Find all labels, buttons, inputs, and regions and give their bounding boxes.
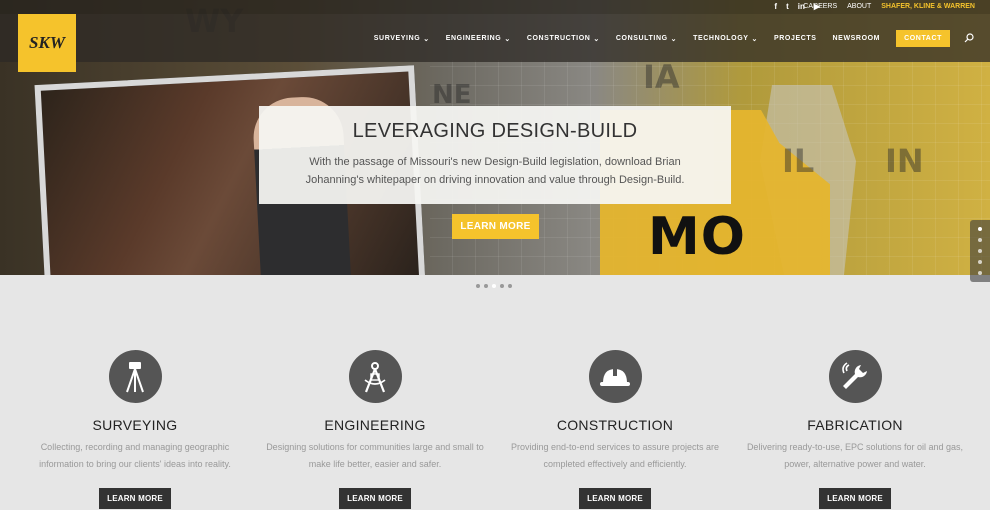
side-dot[interactable] bbox=[978, 227, 982, 232]
engineering-learn-more-button[interactable]: LEARN MORE bbox=[339, 488, 411, 509]
nav-label: CONSULTING bbox=[615, 35, 668, 42]
service-construction: CONSTRUCTION Providing end-to-end servic… bbox=[495, 350, 735, 509]
chevron-down-icon: ⌄ bbox=[593, 35, 600, 43]
surveying-tripod-icon bbox=[108, 350, 162, 403]
services-section: SURVEYING Collecting, recording and mana… bbox=[15, 350, 975, 509]
hard-hat-icon bbox=[588, 350, 642, 403]
nav-construction[interactable]: CONSTRUCTION ⌄ bbox=[527, 35, 600, 43]
service-description: Designing solutions for communities larg… bbox=[266, 442, 484, 469]
slider-pagination bbox=[476, 284, 512, 288]
slider-dot[interactable] bbox=[476, 284, 480, 288]
main-nav: SURVEYING ⌄ ENGINEERING ⌄ CONSTRUCTION ⌄ CO… bbox=[374, 30, 950, 47]
nav-label: NEWSROOM bbox=[832, 35, 881, 42]
state-label-in: IN bbox=[885, 142, 924, 180]
service-title: FABRICATION bbox=[807, 417, 903, 433]
service-description: Delivering ready-to-use, EPC solutions f… bbox=[746, 442, 964, 469]
service-title: CONSTRUCTION bbox=[556, 417, 674, 433]
side-dot[interactable] bbox=[978, 238, 982, 243]
service-fabrication: FABRICATION Delivering ready-to-use, EPC… bbox=[735, 350, 975, 509]
nav-label: ENGINEERING bbox=[445, 35, 502, 42]
nav-newsroom[interactable]: NEWSROOM bbox=[833, 35, 881, 42]
service-surveying: SURVEYING Collecting, recording and mana… bbox=[15, 350, 255, 509]
nav-surveying[interactable]: SURVEYING ⌄ bbox=[374, 35, 430, 43]
state-label-ia: IA bbox=[643, 58, 680, 96]
nav-label: TECHNOLOGY bbox=[693, 35, 749, 42]
nav-projects[interactable]: PROJECTS bbox=[774, 35, 817, 42]
nav-consulting[interactable]: CONSULTING ⌄ bbox=[616, 35, 677, 43]
side-dot[interactable] bbox=[978, 259, 982, 264]
slider-dot[interactable] bbox=[500, 284, 504, 288]
chevron-down-icon: ⌄ bbox=[751, 35, 758, 43]
nav-label: SURVEYING bbox=[373, 35, 421, 42]
service-description: Providing end-to-end services to assure … bbox=[510, 442, 720, 469]
logo-text: SKW bbox=[29, 33, 65, 52]
chevron-down-icon: ⌄ bbox=[423, 35, 430, 43]
chevron-down-icon: ⌄ bbox=[504, 35, 511, 43]
nav-technology[interactable]: TECHNOLOGY ⌄ bbox=[693, 35, 758, 43]
side-slide-nav bbox=[970, 220, 990, 282]
construction-learn-more-button[interactable]: LEARN MORE bbox=[579, 488, 651, 509]
side-dot[interactable] bbox=[978, 248, 982, 253]
hero-banner: LEVERAGING DESIGN-BUILD With the passage… bbox=[259, 106, 731, 204]
slider-dot[interactable] bbox=[508, 284, 512, 288]
contact-button[interactable]: CONTACT bbox=[896, 30, 950, 47]
slider-dot[interactable] bbox=[484, 284, 488, 288]
nav-label: PROJECTS bbox=[773, 35, 817, 42]
state-label-il: IL bbox=[782, 142, 815, 180]
nav-engineering[interactable]: ENGINEERING ⌄ bbox=[446, 35, 511, 43]
service-engineering: ENGINEERING Designing solutions for comm… bbox=[255, 350, 495, 509]
top-utility-bar: f t in ▶ CAREERS ABOUT SHAFER, KLINE & W… bbox=[0, 0, 990, 14]
service-description: Collecting, recording and managing geogr… bbox=[39, 442, 231, 469]
slider-dot-active[interactable] bbox=[492, 284, 496, 288]
search-icon[interactable] bbox=[964, 33, 974, 43]
twitter-icon[interactable]: t bbox=[786, 2, 789, 11]
engineering-compass-icon bbox=[348, 350, 402, 403]
top-links: CAREERS ABOUT SHAFER, KLINE & WARREN bbox=[803, 3, 975, 10]
nav-label: CONSTRUCTION bbox=[526, 35, 591, 42]
hero-learn-more-button[interactable]: LEARN MORE bbox=[452, 214, 539, 239]
about-link[interactable]: ABOUT bbox=[847, 3, 871, 10]
facebook-icon[interactable]: f bbox=[774, 2, 777, 11]
service-title: ENGINEERING bbox=[324, 417, 426, 433]
hero-text: With the passage of Missouri's new Desig… bbox=[305, 156, 685, 186]
side-dot[interactable] bbox=[978, 270, 982, 275]
wrench-icon bbox=[828, 350, 882, 403]
skw-logo[interactable]: SKW bbox=[18, 14, 76, 72]
state-label-mo: MO bbox=[648, 207, 746, 267]
careers-link[interactable]: CAREERS bbox=[803, 3, 837, 10]
company-link[interactable]: SHAFER, KLINE & WARREN bbox=[881, 3, 975, 10]
chevron-down-icon: ⌄ bbox=[670, 35, 678, 43]
hero-title: LEVERAGING DESIGN-BUILD bbox=[352, 120, 638, 142]
service-title: SURVEYING bbox=[92, 417, 178, 433]
fabrication-learn-more-button[interactable]: LEARN MORE bbox=[819, 488, 891, 509]
surveying-learn-more-button[interactable]: LEARN MORE bbox=[99, 488, 171, 509]
